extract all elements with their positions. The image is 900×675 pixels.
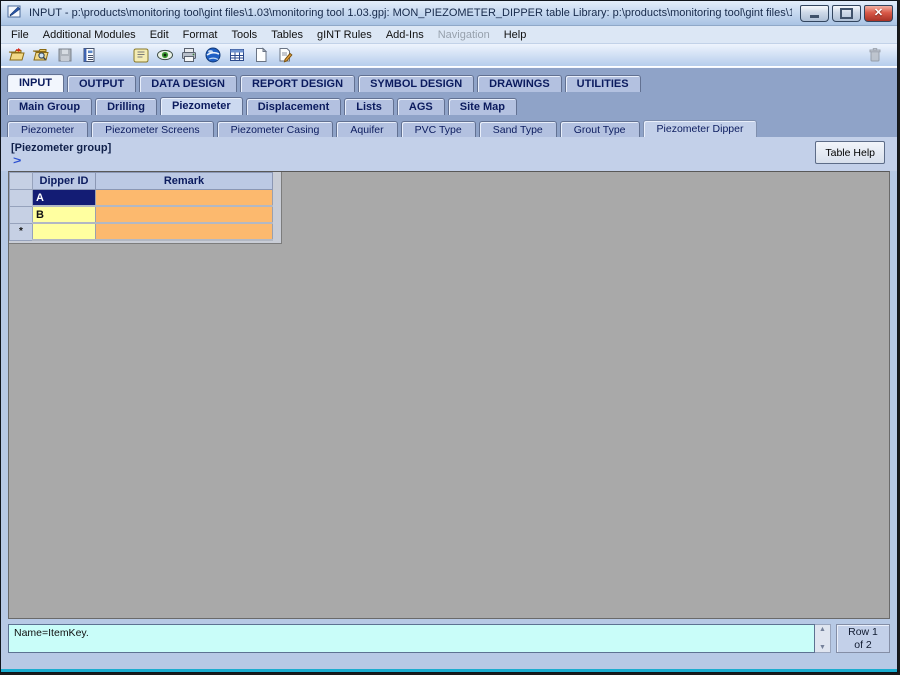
status-bar: Name=ItemKey. ▲ ▼ Row 1 of 2 <box>1 619 897 657</box>
column-header-remark[interactable]: Remark <box>96 173 273 190</box>
trash-icon[interactable] <box>865 46 885 65</box>
maximize-button[interactable] <box>832 5 861 22</box>
title-bar: INPUT - p:\products\monitoring tool\gint… <box>1 1 897 26</box>
piezometer-dipper-grid: Dipper ID Remark A B * <box>9 172 273 241</box>
grid-corner-cell[interactable] <box>10 173 33 190</box>
tab-ags[interactable]: AGS <box>397 98 445 115</box>
tab-pvc-type[interactable]: PVC Type <box>401 121 476 137</box>
grid-workspace: Dipper ID Remark A B * <box>8 171 890 619</box>
menu-tools[interactable]: Tools <box>225 28 265 42</box>
tab-grout-type[interactable]: Grout Type <box>560 121 640 137</box>
cell-dipper-id[interactable]: B <box>33 206 96 223</box>
globe-icon[interactable] <box>203 46 223 65</box>
table-grid-icon[interactable] <box>227 46 247 65</box>
group-caption: [Piezometer group] <box>11 142 111 154</box>
menu-add-ins[interactable]: Add-Ins <box>379 28 431 42</box>
table-help-button[interactable]: Table Help <box>815 141 885 164</box>
open-folder-icon[interactable] <box>7 46 27 65</box>
grid-row-a: A <box>10 190 273 207</box>
menu-tables[interactable]: Tables <box>264 28 310 42</box>
menu-help[interactable]: Help <box>497 28 534 42</box>
tab-piezometer-casing[interactable]: Piezometer Casing <box>217 121 334 137</box>
table-header-panel: [Piezometer group] > Table Help <box>1 137 897 171</box>
tab-site-map[interactable]: Site Map <box>448 98 517 115</box>
tab-main-group[interactable]: Main Group <box>7 98 92 115</box>
tab-sand-type[interactable]: Sand Type <box>479 121 557 137</box>
menu-format[interactable]: Format <box>176 28 225 42</box>
tab-report-design[interactable]: REPORT DESIGN <box>240 75 355 92</box>
app-window: INPUT - p:\products\monitoring tool\gint… <box>0 0 898 673</box>
tab-piezometer-group[interactable]: Piezometer <box>160 97 243 115</box>
expand-chevron-icon[interactable]: > <box>13 155 21 167</box>
description-scrollbar[interactable]: ▲ ▼ <box>815 624 831 653</box>
page-pen-icon[interactable] <box>275 46 295 65</box>
close-button[interactable]: ✕ <box>864 5 893 22</box>
minimize-icon <box>810 15 819 18</box>
grid-row-b: B <box>10 206 273 223</box>
report-binder-icon[interactable] <box>79 46 99 65</box>
grid-container: Dipper ID Remark A B * <box>9 172 282 244</box>
cell-dipper-id-new[interactable] <box>33 223 96 240</box>
tab-piezometer-dipper[interactable]: Piezometer Dipper <box>643 120 758 137</box>
blank-page-icon[interactable] <box>251 46 271 65</box>
cell-remark[interactable] <box>96 190 273 207</box>
column-header-dipper-id[interactable]: Dipper ID <box>33 173 96 190</box>
tab-piezometer[interactable]: Piezometer <box>7 121 88 137</box>
grid-header-row: Dipper ID Remark <box>10 173 273 190</box>
menu-bar: File Additional Modules Edit Format Tool… <box>1 26 897 44</box>
maximize-icon <box>840 8 853 19</box>
menu-edit[interactable]: Edit <box>143 28 176 42</box>
cell-dipper-id-selected[interactable]: A <box>33 190 96 207</box>
tab-displacement[interactable]: Displacement <box>246 98 342 115</box>
tab-output[interactable]: OUTPUT <box>67 75 136 92</box>
save-disk-icon[interactable] <box>55 46 75 65</box>
tab-piezometer-screens[interactable]: Piezometer Screens <box>91 121 214 137</box>
tab-data-design[interactable]: DATA DESIGN <box>139 75 237 92</box>
folder-search-icon[interactable] <box>31 46 51 65</box>
tab-drilling[interactable]: Drilling <box>95 98 157 115</box>
row-counter-line2: of 2 <box>837 639 889 652</box>
row-selector[interactable] <box>10 190 33 207</box>
window-title: INPUT - p:\products\monitoring tool\gint… <box>29 7 792 19</box>
menu-additional-modules[interactable]: Additional Modules <box>36 28 143 42</box>
tab-drawings[interactable]: DRAWINGS <box>477 75 562 92</box>
row-selector[interactable] <box>10 206 33 223</box>
field-description-box: Name=ItemKey. <box>8 624 815 653</box>
new-row-selector[interactable]: * <box>10 223 33 240</box>
printer-icon[interactable] <box>179 46 199 65</box>
group-tab-bar: Main Group Drilling Piezometer Displacem… <box>1 92 897 115</box>
row-counter-line1: Row 1 <box>837 626 889 639</box>
menu-file[interactable]: File <box>4 28 36 42</box>
close-icon: ✕ <box>874 8 883 19</box>
scroll-up-icon[interactable]: ▲ <box>815 625 830 634</box>
menu-gint-rules[interactable]: gINT Rules <box>310 28 379 42</box>
minimize-button[interactable] <box>800 5 829 22</box>
scroll-down-icon[interactable]: ▼ <box>815 643 830 652</box>
cell-remark[interactable] <box>96 206 273 223</box>
row-counter: Row 1 of 2 <box>836 624 890 653</box>
preview-eye-icon[interactable] <box>155 46 175 65</box>
tab-aquifer[interactable]: Aquifer <box>336 121 397 137</box>
toolbar <box>1 44 897 67</box>
menu-navigation: Navigation <box>431 28 497 42</box>
app-icon <box>7 3 23 24</box>
module-tab-bar: INPUT OUTPUT DATA DESIGN REPORT DESIGN S… <box>1 67 897 92</box>
field-description-text: Name=ItemKey. <box>14 627 89 639</box>
cell-remark-new[interactable] <box>96 223 273 240</box>
tab-lists[interactable]: Lists <box>344 98 394 115</box>
grid-new-row: * <box>10 223 273 240</box>
tab-utilities[interactable]: UTILITIES <box>565 75 641 92</box>
tab-symbol-design[interactable]: SYMBOL DESIGN <box>358 75 474 92</box>
bottom-frame <box>1 657 897 672</box>
table-tab-bar: Piezometer Piezometer Screens Piezometer… <box>1 115 897 137</box>
scroll-script-icon[interactable] <box>131 46 151 65</box>
tab-input[interactable]: INPUT <box>7 74 64 92</box>
